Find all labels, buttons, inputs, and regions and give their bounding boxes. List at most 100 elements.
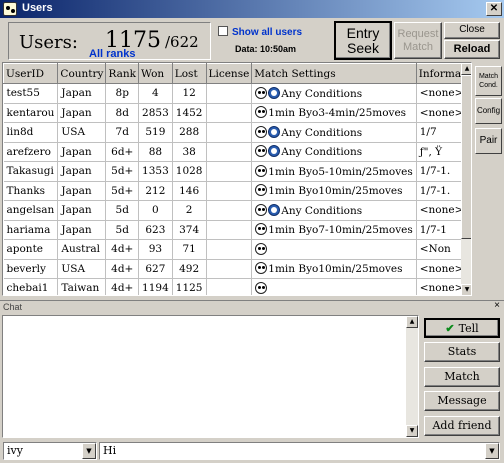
request-match-button[interactable]: Request Match bbox=[394, 22, 442, 59]
table-row[interactable]: Thanks Japan 5d+ 212 146 1min Byo10min/25move… bbox=[3, 181, 471, 201]
clock-icon bbox=[268, 203, 281, 216]
users-total: /622 bbox=[165, 33, 199, 51]
chat-input-bar: ivy ▼ Hi ▼ bbox=[0, 440, 504, 463]
cell-rank: 6d+ bbox=[105, 142, 140, 162]
cell-match-settings: 1min Byo5-10min/25moves bbox=[251, 161, 417, 182]
entry-seek-line1: Entry bbox=[346, 25, 380, 41]
scroll-thumb[interactable] bbox=[461, 75, 471, 239]
users-summary: Users: 1175 /622 All ranks bbox=[8, 22, 211, 60]
column-header-rank[interactable]: Rank bbox=[105, 63, 140, 84]
table-row[interactable]: angelsan Japan 5d 0 2 Any Conditions <none> bbox=[3, 200, 471, 221]
users-table-scrollbar[interactable]: ▲ ▼ bbox=[461, 63, 471, 295]
cell-won: 88 bbox=[138, 142, 173, 162]
show-all-users-toggle[interactable]: Show all users bbox=[218, 26, 302, 38]
cell-user-id: kentarou bbox=[3, 103, 59, 123]
users-grid: UserID Country Rank Won Lost License Match Set… bbox=[3, 63, 471, 295]
cell-user-id: arefzero bbox=[3, 142, 59, 162]
cell-country: Taiwan bbox=[57, 278, 107, 295]
add-friend-button[interactable]: Add friend bbox=[424, 416, 500, 436]
chevron-down-icon[interactable]: ▼ bbox=[82, 443, 96, 459]
cell-lost: 71 bbox=[172, 239, 207, 260]
cell-match-settings: 1min Byo10min/25moves bbox=[251, 259, 417, 279]
recipient-value: ivy bbox=[7, 444, 23, 457]
match-settings-text: Any Conditions bbox=[281, 87, 363, 100]
pair-button[interactable]: Pair bbox=[475, 128, 502, 154]
column-header-won[interactable]: Won bbox=[138, 63, 173, 84]
scroll-down-icon[interactable]: ▼ bbox=[461, 284, 471, 295]
cell-user-id: aponte bbox=[3, 239, 59, 260]
entry-seek-button[interactable]: Entry Seek bbox=[334, 21, 392, 60]
cell-match-settings: Any Conditions bbox=[251, 122, 417, 143]
panda-icon bbox=[255, 86, 268, 99]
cell-rank: 8p bbox=[105, 83, 140, 104]
table-row[interactable]: chebai1 Taiwan 4d+ 1194 1125 <none> bbox=[3, 278, 471, 295]
table-row[interactable]: aponte Austral 4d+ 93 71 <Non bbox=[3, 239, 471, 260]
entry-seek-line2: Seek bbox=[347, 40, 379, 56]
cell-lost: 1125 bbox=[172, 278, 207, 295]
match-cond-button[interactable]: Match Cond. bbox=[475, 66, 502, 96]
cell-rank: 4d+ bbox=[105, 239, 140, 260]
message-button[interactable]: Message bbox=[424, 391, 500, 411]
match-settings-text: 1min Byo10min/25moves bbox=[268, 263, 403, 276]
table-row[interactable]: hariama Japan 5d 623 374 1min Byo7-10min/25mo… bbox=[3, 220, 471, 240]
column-header-user-id[interactable]: UserID bbox=[3, 63, 59, 84]
match-button[interactable]: Match bbox=[424, 367, 500, 387]
window-close-button[interactable]: ✕ bbox=[486, 2, 502, 16]
config-button[interactable]: Config bbox=[475, 98, 502, 124]
data-time: Data: 10:50am bbox=[235, 44, 297, 54]
chat-scroll-down-icon[interactable]: ▼ bbox=[406, 425, 418, 437]
chat-title: Chat bbox=[3, 302, 23, 312]
cell-match-settings: Any Conditions bbox=[251, 200, 417, 221]
table-row[interactable]: beverly USA 4d+ 627 492 1min Byo10min/25moves… bbox=[3, 259, 471, 279]
chevron-down-icon[interactable]: ▼ bbox=[485, 443, 499, 459]
panda-icon bbox=[255, 106, 268, 119]
cell-country: USA bbox=[57, 259, 107, 279]
cell-country: Japan bbox=[57, 200, 107, 221]
table-row[interactable]: Takasugi Japan 5d+ 1353 1028 1min Byo5-10min/… bbox=[3, 161, 471, 182]
panda-icon bbox=[255, 164, 268, 177]
cell-user-id: beverly bbox=[3, 259, 59, 279]
table-row[interactable]: test55 Japan 8p 4 12 Any Conditions <none> bbox=[3, 83, 471, 104]
close-button[interactable]: Close bbox=[444, 22, 500, 39]
message-input[interactable]: Hi ▼ bbox=[99, 442, 500, 460]
chat-close-icon[interactable]: × bbox=[494, 300, 500, 311]
cell-user-id: Takasugi bbox=[3, 161, 59, 182]
panda-icon bbox=[255, 145, 268, 158]
tell-button[interactable]: ✔ Tell bbox=[424, 318, 500, 338]
cell-license bbox=[206, 239, 253, 260]
cell-lost: 38 bbox=[172, 142, 207, 162]
recipient-select[interactable]: ivy ▼ bbox=[3, 442, 97, 460]
table-row[interactable]: lin8d USA 7d 519 288 Any Conditions 1/7 bbox=[3, 122, 471, 143]
cell-rank: 5d bbox=[105, 220, 140, 240]
cell-country: Japan bbox=[57, 103, 107, 123]
panda-icon bbox=[255, 223, 268, 236]
show-all-checkbox[interactable] bbox=[218, 26, 228, 36]
panda-icon bbox=[255, 262, 268, 275]
cell-user-id: test55 bbox=[3, 83, 59, 104]
column-header-license[interactable]: License bbox=[205, 63, 253, 84]
cell-match-settings bbox=[251, 239, 417, 260]
cell-license bbox=[206, 122, 253, 143]
cell-lost: 146 bbox=[172, 181, 207, 201]
cell-license bbox=[206, 103, 253, 123]
table-row[interactable]: kentarou Japan 8d 2853 1452 1min Byo3-4min/25… bbox=[3, 103, 471, 123]
users-label: Users: bbox=[19, 32, 78, 53]
column-header-match-settings[interactable]: Match Settings bbox=[251, 63, 417, 84]
table-row[interactable]: arefzero Japan 6d+ 88 38 Any Conditions ƒ", Ÿ bbox=[3, 142, 471, 162]
chat-scrollbar[interactable]: ▲ ▼ bbox=[406, 316, 418, 437]
request-match-line2: Match bbox=[403, 41, 433, 53]
scroll-up-icon[interactable]: ▲ bbox=[461, 63, 471, 75]
stats-button[interactable]: Stats bbox=[424, 342, 500, 362]
panda-icon bbox=[255, 281, 268, 294]
cell-lost: 2 bbox=[172, 200, 207, 221]
reload-button[interactable]: Reload bbox=[444, 40, 500, 59]
chat-log[interactable]: ▲ ▼ bbox=[2, 315, 419, 438]
column-header-lost[interactable]: Lost bbox=[171, 63, 207, 84]
chat-scroll-up-icon[interactable]: ▲ bbox=[406, 316, 418, 328]
cell-lost: 492 bbox=[172, 259, 207, 279]
show-all-label: Show all users bbox=[232, 27, 303, 38]
column-header-country[interactable]: Country bbox=[57, 63, 107, 84]
ranks-filter[interactable]: All ranks bbox=[89, 48, 135, 60]
panda-icon bbox=[255, 203, 268, 216]
cell-won: 1353 bbox=[138, 161, 173, 182]
